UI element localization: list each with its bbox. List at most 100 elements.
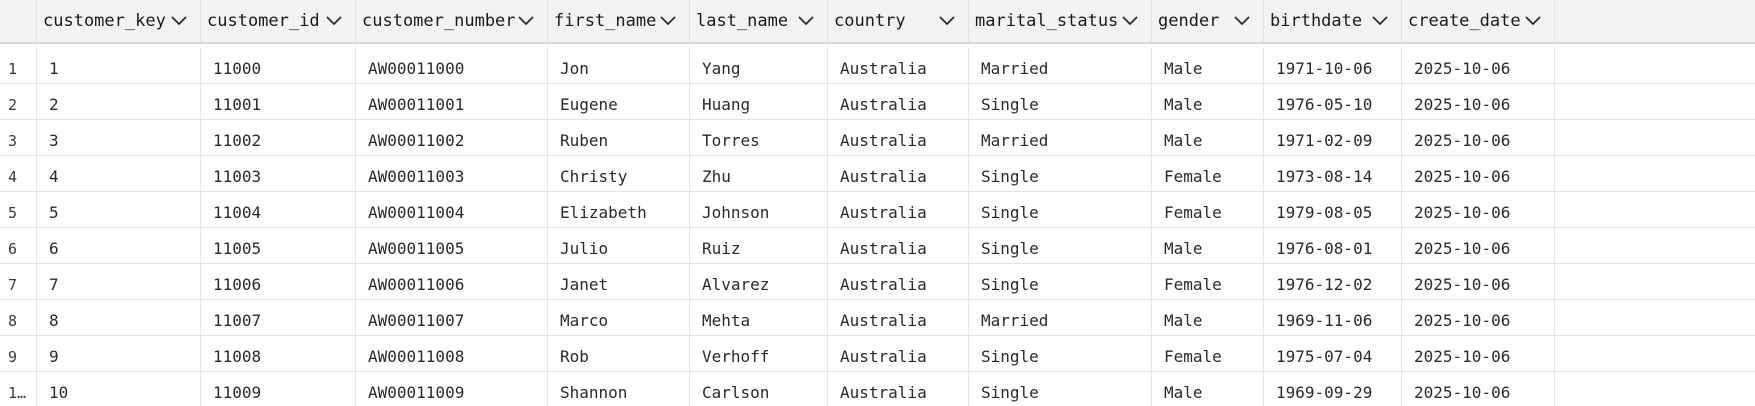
chevron-down-icon[interactable]	[168, 10, 190, 32]
chevron-down-icon[interactable]	[1119, 10, 1141, 32]
cell-country[interactable]: Australia	[828, 192, 969, 227]
cell-first-name[interactable]: Shannon	[548, 372, 690, 406]
cell-country[interactable]: Australia	[828, 84, 969, 119]
cell-last-name[interactable]: Torres	[690, 120, 828, 155]
cell-customer-id[interactable]: 11001	[201, 84, 356, 119]
table-row[interactable]: 2 2 11001 AW00011001 Eugene Huang Australia Sin…	[0, 84, 1755, 120]
cell-create-date[interactable]: 2025-10-06	[1402, 156, 1555, 191]
cell-last-name[interactable]: Carlson	[690, 372, 828, 406]
column-header-gender[interactable]: gender	[1152, 0, 1264, 42]
cell-create-date[interactable]: 2025-10-06	[1402, 336, 1555, 371]
cell-country[interactable]: Australia	[828, 372, 969, 406]
cell-birthdate[interactable]: 1973-08-14	[1264, 156, 1402, 191]
cell-customer-key[interactable]: 6	[37, 228, 201, 263]
table-row[interactable]: 9 9 11008 AW00011008 Rob Verhoff Australia Sing…	[0, 336, 1755, 372]
cell-customer-key[interactable]: 2	[37, 84, 201, 119]
cell-first-name[interactable]: Marco	[548, 300, 690, 335]
cell-customer-id[interactable]: 11002	[201, 120, 356, 155]
chevron-down-icon[interactable]	[515, 10, 537, 32]
cell-marital-status[interactable]: Married	[969, 300, 1152, 335]
table-row[interactable]: 8 8 11007 AW00011007 Marco Mehta Australia Marr…	[0, 300, 1755, 336]
cell-customer-number[interactable]: AW00011000	[356, 48, 548, 83]
cell-customer-key[interactable]: 7	[37, 264, 201, 299]
chevron-down-icon[interactable]	[657, 10, 679, 32]
table-row[interactable]: 7 7 11006 AW00011006 Janet Alvarez Australia Si…	[0, 264, 1755, 300]
cell-last-name[interactable]: Zhu	[690, 156, 828, 191]
cell-gender[interactable]: Male	[1152, 48, 1264, 83]
cell-last-name[interactable]: Verhoff	[690, 336, 828, 371]
cell-customer-id[interactable]: 11008	[201, 336, 356, 371]
cell-customer-key[interactable]: 10	[37, 372, 201, 406]
table-row[interactable]: 1 1 11000 AW00011000 Jon Yang Australia Married…	[0, 48, 1755, 84]
cell-gender[interactable]: Female	[1152, 192, 1264, 227]
cell-first-name[interactable]: Eugene	[548, 84, 690, 119]
cell-customer-id[interactable]: 11000	[201, 48, 356, 83]
cell-customer-number[interactable]: AW00011002	[356, 120, 548, 155]
chevron-down-icon[interactable]	[936, 10, 958, 32]
cell-last-name[interactable]: Mehta	[690, 300, 828, 335]
cell-marital-status[interactable]: Single	[969, 156, 1152, 191]
cell-country[interactable]: Australia	[828, 48, 969, 83]
cell-marital-status[interactable]: Single	[969, 192, 1152, 227]
column-header-birthdate[interactable]: birthdate	[1264, 0, 1402, 42]
cell-country[interactable]: Australia	[828, 156, 969, 191]
cell-customer-key[interactable]: 3	[37, 120, 201, 155]
column-header-create-date[interactable]: create_date	[1402, 0, 1555, 42]
cell-customer-id[interactable]: 11006	[201, 264, 356, 299]
cell-customer-key[interactable]: 1	[37, 48, 201, 83]
cell-birthdate[interactable]: 1969-09-29	[1264, 372, 1402, 406]
cell-create-date[interactable]: 2025-10-06	[1402, 300, 1555, 335]
cell-create-date[interactable]: 2025-10-06	[1402, 192, 1555, 227]
cell-customer-key[interactable]: 8	[37, 300, 201, 335]
cell-birthdate[interactable]: 1976-12-02	[1264, 264, 1402, 299]
cell-country[interactable]: Australia	[828, 120, 969, 155]
cell-first-name[interactable]: Elizabeth	[548, 192, 690, 227]
cell-country[interactable]: Australia	[828, 300, 969, 335]
cell-last-name[interactable]: Johnson	[690, 192, 828, 227]
cell-birthdate[interactable]: 1976-08-01	[1264, 228, 1402, 263]
cell-marital-status[interactable]: Single	[969, 372, 1152, 406]
column-header-country[interactable]: country	[828, 0, 969, 42]
cell-marital-status[interactable]: Single	[969, 84, 1152, 119]
column-header-customer-number[interactable]: customer_number	[356, 0, 548, 42]
cell-gender[interactable]: Male	[1152, 372, 1264, 406]
table-row[interactable]: 5 5 11004 AW00011004 Elizabeth Johnson Austral…	[0, 192, 1755, 228]
chevron-down-icon[interactable]	[795, 10, 817, 32]
cell-marital-status[interactable]: Married	[969, 48, 1152, 83]
cell-create-date[interactable]: 2025-10-06	[1402, 48, 1555, 83]
chevron-down-icon[interactable]	[1369, 10, 1391, 32]
cell-first-name[interactable]: Janet	[548, 264, 690, 299]
table-row[interactable]: 6 6 11005 AW00011005 Julio Ruiz Australia Singl…	[0, 228, 1755, 264]
cell-customer-number[interactable]: AW00011009	[356, 372, 548, 406]
cell-gender[interactable]: Male	[1152, 228, 1264, 263]
cell-country[interactable]: Australia	[828, 228, 969, 263]
cell-birthdate[interactable]: 1975-07-04	[1264, 336, 1402, 371]
cell-create-date[interactable]: 2025-10-06	[1402, 228, 1555, 263]
cell-country[interactable]: Australia	[828, 336, 969, 371]
cell-birthdate[interactable]: 1971-10-06	[1264, 48, 1402, 83]
table-row[interactable]: 1… 10 11009 AW00011009 Shannon Carlson Austral…	[0, 372, 1755, 406]
cell-birthdate[interactable]: 1979-08-05	[1264, 192, 1402, 227]
cell-customer-number[interactable]: AW00011004	[356, 192, 548, 227]
cell-marital-status[interactable]: Single	[969, 228, 1152, 263]
cell-gender[interactable]: Male	[1152, 300, 1264, 335]
cell-customer-number[interactable]: AW00011006	[356, 264, 548, 299]
cell-marital-status[interactable]: Single	[969, 336, 1152, 371]
cell-country[interactable]: Australia	[828, 264, 969, 299]
table-row[interactable]: 3 3 11002 AW00011002 Ruben Torres Australia Mar…	[0, 120, 1755, 156]
chevron-down-icon[interactable]	[323, 10, 345, 32]
column-header-customer-id[interactable]: customer_id	[201, 0, 356, 42]
cell-last-name[interactable]: Huang	[690, 84, 828, 119]
cell-customer-id[interactable]: 11009	[201, 372, 356, 406]
cell-create-date[interactable]: 2025-10-06	[1402, 264, 1555, 299]
cell-birthdate[interactable]: 1976-05-10	[1264, 84, 1402, 119]
cell-gender[interactable]: Female	[1152, 336, 1264, 371]
cell-customer-key[interactable]: 5	[37, 192, 201, 227]
cell-gender[interactable]: Female	[1152, 264, 1264, 299]
cell-gender[interactable]: Male	[1152, 120, 1264, 155]
chevron-down-icon[interactable]	[1522, 10, 1544, 32]
cell-first-name[interactable]: Christy	[548, 156, 690, 191]
cell-last-name[interactable]: Alvarez	[690, 264, 828, 299]
cell-customer-key[interactable]: 4	[37, 156, 201, 191]
cell-marital-status[interactable]: Single	[969, 264, 1152, 299]
